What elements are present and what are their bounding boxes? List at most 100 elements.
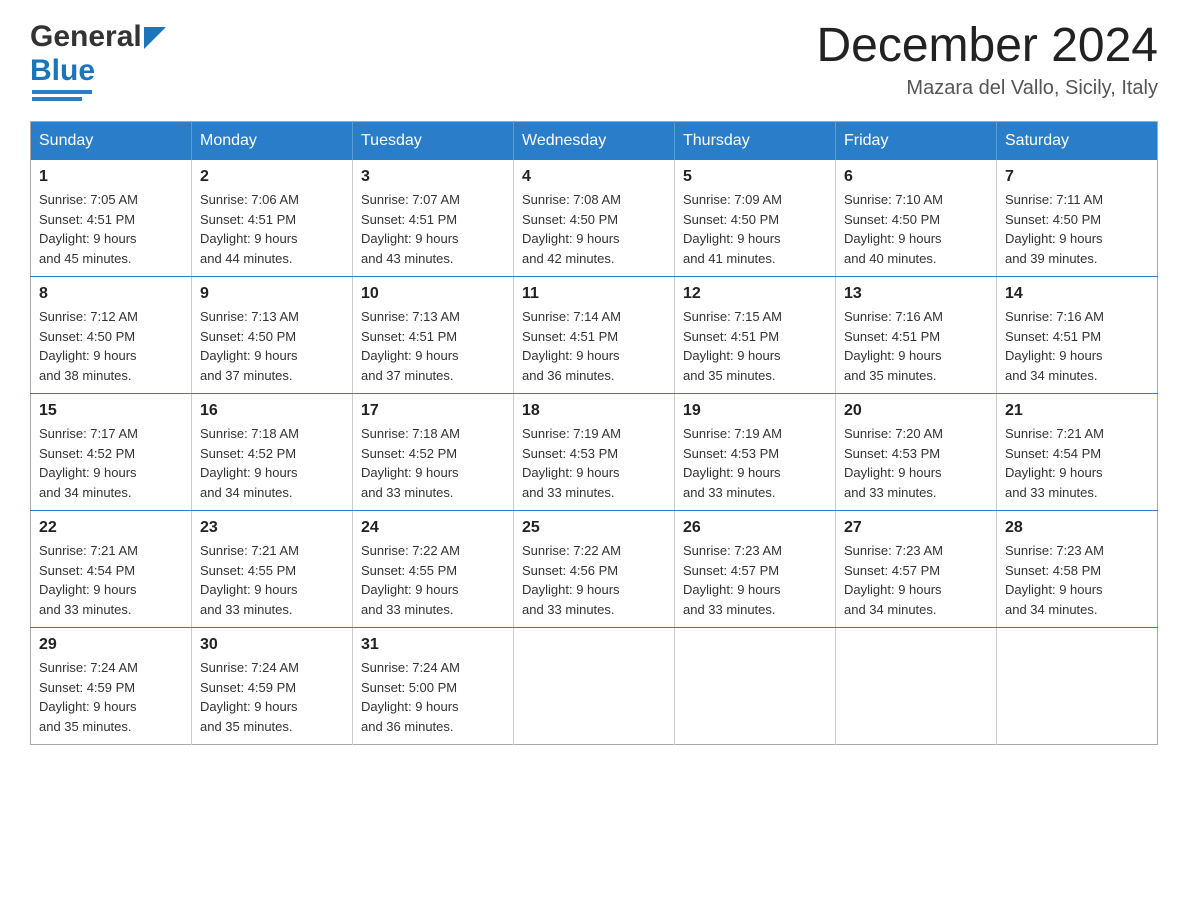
day-info: Sunrise: 7:05 AM Sunset: 4:51 PM Dayligh…	[39, 190, 183, 268]
table-row: 6 Sunrise: 7:10 AM Sunset: 4:50 PM Dayli…	[836, 160, 997, 277]
day-number: 6	[844, 168, 988, 186]
table-row: 31 Sunrise: 7:24 AM Sunset: 5:00 PM Dayl…	[353, 628, 514, 745]
table-row: 27 Sunrise: 7:23 AM Sunset: 4:57 PM Dayl…	[836, 511, 997, 628]
day-number: 21	[1005, 402, 1149, 420]
table-row: 2 Sunrise: 7:06 AM Sunset: 4:51 PM Dayli…	[192, 160, 353, 277]
calendar-week-row: 15 Sunrise: 7:17 AM Sunset: 4:52 PM Dayl…	[31, 394, 1158, 511]
day-info: Sunrise: 7:07 AM Sunset: 4:51 PM Dayligh…	[361, 190, 505, 268]
day-number: 15	[39, 402, 183, 420]
day-number: 1	[39, 168, 183, 186]
calendar-table: Sunday Monday Tuesday Wednesday Thursday…	[30, 121, 1158, 745]
day-number: 9	[200, 285, 344, 303]
table-row: 19 Sunrise: 7:19 AM Sunset: 4:53 PM Dayl…	[675, 394, 836, 511]
day-number: 25	[522, 519, 666, 537]
table-row: 28 Sunrise: 7:23 AM Sunset: 4:58 PM Dayl…	[997, 511, 1158, 628]
logo: General Blue	[30, 20, 166, 101]
day-info: Sunrise: 7:21 AM Sunset: 4:55 PM Dayligh…	[200, 541, 344, 619]
logo-triangle-icon	[144, 27, 166, 49]
day-number: 16	[200, 402, 344, 420]
day-number: 22	[39, 519, 183, 537]
day-number: 13	[844, 285, 988, 303]
day-info: Sunrise: 7:16 AM Sunset: 4:51 PM Dayligh…	[1005, 307, 1149, 385]
col-monday: Monday	[192, 122, 353, 161]
day-info: Sunrise: 7:11 AM Sunset: 4:50 PM Dayligh…	[1005, 190, 1149, 268]
day-info: Sunrise: 7:14 AM Sunset: 4:51 PM Dayligh…	[522, 307, 666, 385]
day-info: Sunrise: 7:15 AM Sunset: 4:51 PM Dayligh…	[683, 307, 827, 385]
day-number: 10	[361, 285, 505, 303]
table-row: 15 Sunrise: 7:17 AM Sunset: 4:52 PM Dayl…	[31, 394, 192, 511]
day-info: Sunrise: 7:22 AM Sunset: 4:56 PM Dayligh…	[522, 541, 666, 619]
day-info: Sunrise: 7:23 AM Sunset: 4:58 PM Dayligh…	[1005, 541, 1149, 619]
day-info: Sunrise: 7:24 AM Sunset: 5:00 PM Dayligh…	[361, 658, 505, 736]
day-number: 4	[522, 168, 666, 186]
day-info: Sunrise: 7:18 AM Sunset: 4:52 PM Dayligh…	[200, 424, 344, 502]
table-row: 18 Sunrise: 7:19 AM Sunset: 4:53 PM Dayl…	[514, 394, 675, 511]
day-info: Sunrise: 7:21 AM Sunset: 4:54 PM Dayligh…	[1005, 424, 1149, 502]
table-row: 11 Sunrise: 7:14 AM Sunset: 4:51 PM Dayl…	[514, 277, 675, 394]
calendar-week-row: 1 Sunrise: 7:05 AM Sunset: 4:51 PM Dayli…	[31, 160, 1158, 277]
calendar-week-row: 29 Sunrise: 7:24 AM Sunset: 4:59 PM Dayl…	[31, 628, 1158, 745]
day-info: Sunrise: 7:23 AM Sunset: 4:57 PM Dayligh…	[844, 541, 988, 619]
table-row: 16 Sunrise: 7:18 AM Sunset: 4:52 PM Dayl…	[192, 394, 353, 511]
day-info: Sunrise: 7:19 AM Sunset: 4:53 PM Dayligh…	[683, 424, 827, 502]
location: Mazara del Vallo, Sicily, Italy	[816, 77, 1158, 100]
day-info: Sunrise: 7:23 AM Sunset: 4:57 PM Dayligh…	[683, 541, 827, 619]
day-number: 29	[39, 636, 183, 654]
day-info: Sunrise: 7:13 AM Sunset: 4:50 PM Dayligh…	[200, 307, 344, 385]
table-row	[514, 628, 675, 745]
day-info: Sunrise: 7:24 AM Sunset: 4:59 PM Dayligh…	[39, 658, 183, 736]
title-section: December 2024 Mazara del Vallo, Sicily, …	[816, 20, 1158, 100]
table-row: 29 Sunrise: 7:24 AM Sunset: 4:59 PM Dayl…	[31, 628, 192, 745]
table-row: 7 Sunrise: 7:11 AM Sunset: 4:50 PM Dayli…	[997, 160, 1158, 277]
col-thursday: Thursday	[675, 122, 836, 161]
day-number: 8	[39, 285, 183, 303]
day-number: 30	[200, 636, 344, 654]
day-info: Sunrise: 7:12 AM Sunset: 4:50 PM Dayligh…	[39, 307, 183, 385]
table-row: 13 Sunrise: 7:16 AM Sunset: 4:51 PM Dayl…	[836, 277, 997, 394]
day-info: Sunrise: 7:13 AM Sunset: 4:51 PM Dayligh…	[361, 307, 505, 385]
day-number: 11	[522, 285, 666, 303]
month-title: December 2024	[816, 20, 1158, 73]
day-info: Sunrise: 7:06 AM Sunset: 4:51 PM Dayligh…	[200, 190, 344, 268]
page-header: General Blue December 2024 Mazara del Va…	[30, 20, 1158, 101]
day-number: 7	[1005, 168, 1149, 186]
calendar-week-row: 22 Sunrise: 7:21 AM Sunset: 4:54 PM Dayl…	[31, 511, 1158, 628]
table-row: 12 Sunrise: 7:15 AM Sunset: 4:51 PM Dayl…	[675, 277, 836, 394]
day-number: 27	[844, 519, 988, 537]
table-row: 25 Sunrise: 7:22 AM Sunset: 4:56 PM Dayl…	[514, 511, 675, 628]
day-number: 31	[361, 636, 505, 654]
calendar-header-row: Sunday Monday Tuesday Wednesday Thursday…	[31, 122, 1158, 161]
day-info: Sunrise: 7:08 AM Sunset: 4:50 PM Dayligh…	[522, 190, 666, 268]
table-row: 20 Sunrise: 7:20 AM Sunset: 4:53 PM Dayl…	[836, 394, 997, 511]
table-row: 17 Sunrise: 7:18 AM Sunset: 4:52 PM Dayl…	[353, 394, 514, 511]
day-number: 20	[844, 402, 988, 420]
day-info: Sunrise: 7:18 AM Sunset: 4:52 PM Dayligh…	[361, 424, 505, 502]
col-saturday: Saturday	[997, 122, 1158, 161]
table-row	[997, 628, 1158, 745]
table-row	[836, 628, 997, 745]
day-number: 26	[683, 519, 827, 537]
day-info: Sunrise: 7:09 AM Sunset: 4:50 PM Dayligh…	[683, 190, 827, 268]
day-number: 12	[683, 285, 827, 303]
logo-decoration	[32, 90, 92, 101]
day-info: Sunrise: 7:22 AM Sunset: 4:55 PM Dayligh…	[361, 541, 505, 619]
table-row: 1 Sunrise: 7:05 AM Sunset: 4:51 PM Dayli…	[31, 160, 192, 277]
day-number: 24	[361, 519, 505, 537]
day-number: 3	[361, 168, 505, 186]
table-row: 8 Sunrise: 7:12 AM Sunset: 4:50 PM Dayli…	[31, 277, 192, 394]
day-info: Sunrise: 7:21 AM Sunset: 4:54 PM Dayligh…	[39, 541, 183, 619]
day-number: 23	[200, 519, 344, 537]
day-info: Sunrise: 7:10 AM Sunset: 4:50 PM Dayligh…	[844, 190, 988, 268]
col-tuesday: Tuesday	[353, 122, 514, 161]
col-sunday: Sunday	[31, 122, 192, 161]
table-row: 24 Sunrise: 7:22 AM Sunset: 4:55 PM Dayl…	[353, 511, 514, 628]
day-info: Sunrise: 7:19 AM Sunset: 4:53 PM Dayligh…	[522, 424, 666, 502]
col-wednesday: Wednesday	[514, 122, 675, 161]
day-info: Sunrise: 7:16 AM Sunset: 4:51 PM Dayligh…	[844, 307, 988, 385]
table-row: 5 Sunrise: 7:09 AM Sunset: 4:50 PM Dayli…	[675, 160, 836, 277]
table-row: 21 Sunrise: 7:21 AM Sunset: 4:54 PM Dayl…	[997, 394, 1158, 511]
table-row: 30 Sunrise: 7:24 AM Sunset: 4:59 PM Dayl…	[192, 628, 353, 745]
table-row: 4 Sunrise: 7:08 AM Sunset: 4:50 PM Dayli…	[514, 160, 675, 277]
day-number: 17	[361, 402, 505, 420]
col-friday: Friday	[836, 122, 997, 161]
